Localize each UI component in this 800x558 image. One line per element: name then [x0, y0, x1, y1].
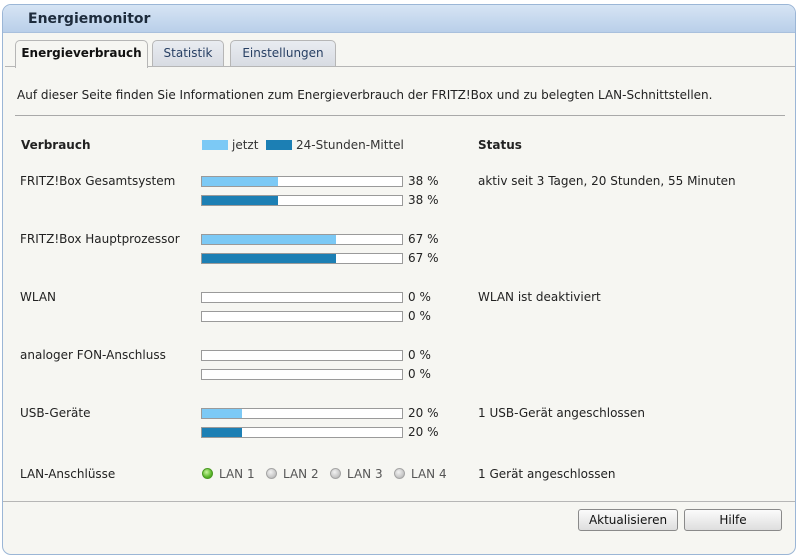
bar-fon-avg: [201, 369, 403, 380]
pct-hauptprozessor-now: 67 %: [408, 232, 439, 246]
row-label-usb: USB-Geräte: [20, 406, 91, 420]
status-gesamtsystem: aktiv seit 3 Tagen, 20 Stunden, 55 Minut…: [478, 174, 736, 188]
pct-gesamtsystem-avg: 38 %: [408, 193, 439, 207]
lan4-label: LAN 4: [411, 467, 447, 481]
bar-fill-avg: [202, 196, 278, 205]
lan2-led-icon: [266, 468, 277, 479]
intro-text: Auf dieser Seite finden Sie Informatione…: [17, 88, 713, 102]
pct-fon-avg: 0 %: [408, 367, 431, 381]
row-label-fon: analoger FON-Anschluss: [20, 348, 166, 362]
lan2-label: LAN 2: [283, 467, 319, 481]
bar-wlan-now: [201, 292, 403, 303]
pct-fon-now: 0 %: [408, 348, 431, 362]
legend-now-label: jetzt: [232, 138, 259, 152]
bar-fon-now: [201, 350, 403, 361]
bar-fill-now: [202, 177, 278, 186]
header-status: Status: [478, 138, 522, 152]
separator: [15, 115, 785, 116]
bar-fill-avg: [202, 428, 242, 437]
row-label-gesamtsystem: FRITZ!Box Gesamtsystem: [20, 174, 176, 188]
tab-statistik[interactable]: Statistik: [152, 40, 224, 67]
row-label-wlan: WLAN: [20, 290, 57, 304]
bar-gesamtsystem-now: [201, 176, 403, 187]
bar-fill-now: [202, 409, 242, 418]
header-verbrauch: Verbrauch: [21, 138, 91, 152]
status-lan: 1 Gerät angeschlossen: [478, 467, 616, 481]
lan1-led-icon: [202, 468, 213, 479]
lan4-led-icon: [394, 468, 405, 479]
legend-avg-swatch: [266, 140, 292, 150]
pct-usb-now: 20 %: [408, 406, 439, 420]
lan3-led-icon: [330, 468, 341, 479]
bar-usb-avg: [201, 427, 403, 438]
tab-einstellungen[interactable]: Einstellungen: [230, 40, 336, 67]
bar-hauptprozessor-avg: [201, 253, 403, 264]
bar-fill-avg: [202, 254, 336, 263]
pct-wlan-avg: 0 %: [408, 309, 431, 323]
pct-gesamtsystem-now: 38 %: [408, 174, 439, 188]
pct-usb-avg: 20 %: [408, 425, 439, 439]
pct-wlan-now: 0 %: [408, 290, 431, 304]
footer-divider: [3, 501, 795, 502]
refresh-button[interactable]: Aktualisieren: [578, 509, 678, 531]
window-title: Energiemonitor: [28, 11, 151, 27]
bar-hauptprozessor-now: [201, 234, 403, 245]
status-usb: 1 USB-Gerät angeschlossen: [478, 406, 645, 420]
tab-energieverbrauch[interactable]: Energieverbrauch: [15, 40, 148, 68]
bar-gesamtsystem-avg: [201, 195, 403, 206]
row-label-hauptprozessor: FRITZ!Box Hauptprozessor: [20, 232, 180, 246]
legend-now-swatch: [202, 140, 228, 150]
pct-hauptprozessor-avg: 67 %: [408, 251, 439, 265]
lan3-label: LAN 3: [347, 467, 383, 481]
title-bar: Energiemonitor: [3, 5, 795, 33]
legend-avg-label: 24-Stunden-Mittel: [296, 138, 404, 152]
bar-fill-now: [202, 235, 336, 244]
bar-usb-now: [201, 408, 403, 419]
bar-wlan-avg: [201, 311, 403, 322]
lan1-label: LAN 1: [219, 467, 255, 481]
status-wlan: WLAN ist deaktiviert: [478, 290, 601, 304]
row-label-lan: LAN-Anschlüsse: [20, 467, 116, 481]
help-button[interactable]: Hilfe: [684, 509, 782, 531]
